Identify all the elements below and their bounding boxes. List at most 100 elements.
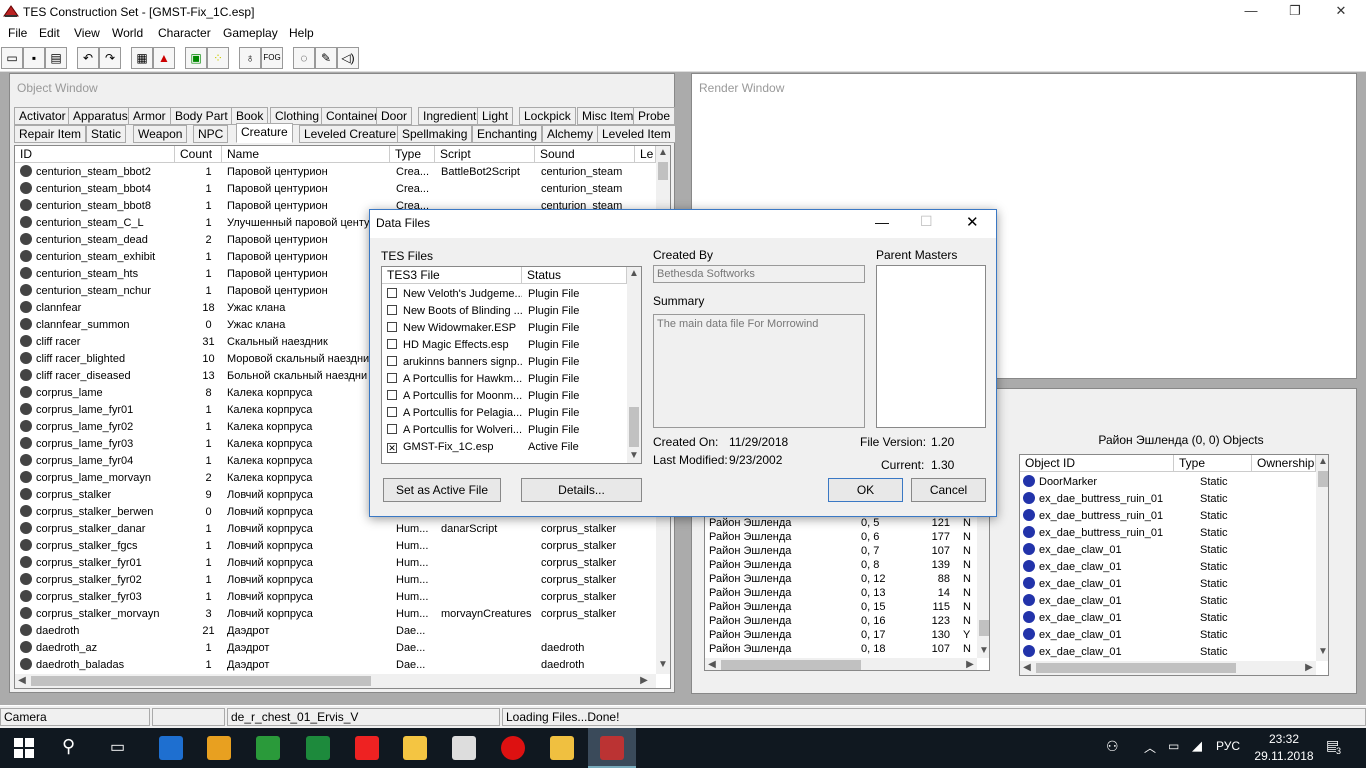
clock-time[interactable]: 23:32 [1262, 732, 1306, 746]
object-row[interactable]: ex_dae_claw_01 Static [1020, 576, 1316, 593]
col-count[interactable]: Count [175, 146, 222, 163]
table-row[interactable]: corprus_stalker_danar 1 Ловчий корпруса Hum… [15, 521, 656, 538]
cell-scroll-down-icon[interactable]: ▼ [977, 644, 989, 658]
file-checkbox[interactable] [387, 390, 397, 400]
file-checkbox[interactable] [387, 322, 397, 332]
cell-scroll-left-icon[interactable]: ◀ [705, 658, 719, 670]
show-hidden-icon[interactable]: ︿ [1144, 739, 1156, 756]
tab-spellmaking[interactable]: Spellmaking [397, 125, 473, 143]
tab-repair-item[interactable]: Repair Item [14, 125, 87, 143]
summary-field[interactable]: The main data file For Morrowind [653, 314, 865, 428]
objects-scroll-up-icon[interactable]: ▲ [1316, 455, 1328, 469]
file-explorer-icon[interactable] [403, 736, 427, 760]
open-icon[interactable]: ▭ [1, 47, 23, 69]
tab-misc-item[interactable]: Misc Item [577, 107, 639, 125]
table-row[interactable]: corprus_stalker_morvayn 3 Ловчий корпруса H… [15, 606, 656, 623]
horizontal-scrollbar[interactable]: ◀ ▶ [15, 674, 656, 688]
cell-row[interactable]: Район Эшленда 0, 17 130 Y [705, 628, 977, 642]
tab-armor[interactable]: Armor [128, 107, 171, 125]
cell-h-scroll-thumb[interactable] [721, 660, 861, 670]
cell-row[interactable]: Район Эшленда 0, 5 121 N [705, 516, 977, 530]
cell-horizontal-scrollbar[interactable]: ◀ ▶ [705, 658, 977, 670]
table-row[interactable]: corprus_stalker_fyr03 1 Ловчий корпруса Hum… [15, 589, 656, 606]
col-object-id[interactable]: Object ID [1020, 455, 1174, 472]
objects-vertical-scrollbar[interactable]: ▲ ▼ [1316, 455, 1328, 661]
menu-gameplay[interactable]: Gameplay [223, 26, 278, 40]
script-icon[interactable]: ✎ [315, 47, 337, 69]
object-row[interactable]: ex_dae_buttress_ruin_01 Static [1020, 525, 1316, 542]
table-row[interactable]: daedroth_az 1 Даэдрот Dae... daedroth [15, 640, 656, 657]
tab-door[interactable]: Door [376, 107, 413, 125]
search-icon[interactable]: ⚲ [62, 736, 75, 757]
table-row[interactable]: daedroth 21 Даэдрот Dae... [15, 623, 656, 640]
cell-row[interactable]: Район Эшленда 0, 8 139 N [705, 558, 977, 572]
table-row[interactable]: corprus_stalker_fyr02 1 Ловчий корпруса Hum… [15, 572, 656, 589]
file-checkbox[interactable] [387, 288, 397, 298]
tes-construction-set-taskbar-button[interactable] [588, 728, 636, 768]
object-row[interactable]: ex_dae_buttress_ruin_01 Static [1020, 491, 1316, 508]
scroll-left-icon[interactable]: ◀ [15, 674, 29, 688]
parent-masters-list[interactable] [876, 265, 986, 428]
cell-objects-list[interactable]: Object ID Type Ownership DoorMarker Stati… [1019, 454, 1329, 676]
dialog-close-icon[interactable]: ✕ [966, 213, 979, 231]
cell-scroll-right-icon[interactable]: ▶ [963, 658, 977, 670]
table-row[interactable]: centurion_steam_bbot2 1 Паровой центурион C… [15, 164, 656, 181]
language-indicator[interactable]: РУС [1216, 739, 1240, 753]
col-ownership[interactable]: Ownership [1252, 455, 1316, 472]
object-row[interactable]: ex_dae_claw_01 Static [1020, 542, 1316, 559]
file-row[interactable]: New Widowmaker.ESP Plugin File [382, 320, 627, 337]
file-row[interactable]: New Boots of Blinding ... Plugin File [382, 303, 627, 320]
tab-alchemy[interactable]: Alchemy [542, 125, 599, 143]
file-row[interactable]: HD Magic Effects.esp Plugin File [382, 337, 627, 354]
objects-scroll-left-icon[interactable]: ◀ [1020, 661, 1034, 675]
tab-activator[interactable]: Activator [14, 107, 71, 125]
table-row[interactable]: centurion_steam_bbot4 1 Паровой центурион C… [15, 181, 656, 198]
file-row[interactable]: arukinns banners signp... Plugin File [382, 354, 627, 371]
cell-row[interactable]: Район Эшленда 0, 12 88 N [705, 572, 977, 586]
table-row[interactable]: corprus_stalker_fgcs 1 Ловчий корпруса Hum.… [15, 538, 656, 555]
details-button[interactable]: Details... [521, 478, 642, 502]
files-scroll-up-icon[interactable]: ▲ [627, 267, 641, 281]
col-tes3-file[interactable]: TES3 File [382, 267, 522, 284]
network-icon[interactable]: ◢ [1192, 738, 1202, 754]
ok-button[interactable]: OK [828, 478, 903, 502]
tab-weapon[interactable]: Weapon [133, 125, 188, 143]
col-name[interactable]: Name [222, 146, 390, 163]
spreadsheet-icon[interactable] [306, 736, 330, 760]
tab-lockpick[interactable]: Lockpick [519, 107, 576, 125]
object-row[interactable]: ex_dae_claw_01 Static [1020, 593, 1316, 610]
mail-icon[interactable] [452, 736, 476, 760]
file-row[interactable]: A Portcullis for Wolveri... Plugin File [382, 422, 627, 439]
terrain-icon[interactable]: ▲ [153, 47, 175, 69]
task-view-icon[interactable]: ▭ [110, 737, 125, 757]
minimize-button[interactable]: — [1228, 0, 1274, 23]
h-scroll-thumb[interactable] [31, 676, 371, 686]
col-level[interactable]: Le [635, 146, 656, 163]
redo-icon[interactable]: ↷ [99, 47, 121, 69]
menu-edit[interactable]: Edit [39, 26, 60, 40]
tes-files-list[interactable]: TES3 File Status New Veloth's Judgeme...… [381, 266, 642, 464]
close-button[interactable]: ✕ [1318, 0, 1364, 23]
file-row[interactable]: New Veloth's Judgeme... Plugin File [382, 286, 627, 303]
file-checkbox[interactable] [387, 305, 397, 315]
store-icon[interactable] [207, 736, 231, 760]
dialog-maximize-icon[interactable]: ☐ [920, 213, 933, 230]
dialogue-icon[interactable]: ◌ [293, 47, 315, 69]
object-row[interactable]: DoorMarker Static [1020, 474, 1316, 491]
objects-horizontal-scrollbar[interactable]: ◀ ▶ [1020, 661, 1316, 675]
object-row[interactable]: ex_dae_buttress_ruin_01 Static [1020, 508, 1316, 525]
start-icon[interactable] [14, 738, 34, 758]
dialog-minimize-icon[interactable]: — [875, 214, 889, 230]
files-scroll-thumb[interactable] [629, 407, 639, 447]
scroll-thumb[interactable] [658, 162, 668, 180]
objects-scroll-right-icon[interactable]: ▶ [1302, 661, 1316, 675]
objects-scroll-down-icon[interactable]: ▼ [1316, 645, 1328, 659]
menu-character[interactable]: Character [158, 26, 211, 40]
cell-row[interactable]: Район Эшленда 0, 16 123 N [705, 614, 977, 628]
yandex-icon[interactable] [355, 736, 379, 760]
undo-icon[interactable]: ↶ [77, 47, 99, 69]
people-icon[interactable]: ⚇ [1106, 738, 1119, 755]
file-row[interactable]: A Portcullis for Pelagia... Plugin File [382, 405, 627, 422]
scroll-right-icon[interactable]: ▶ [637, 674, 651, 688]
cell-scroll-thumb[interactable] [979, 620, 989, 636]
